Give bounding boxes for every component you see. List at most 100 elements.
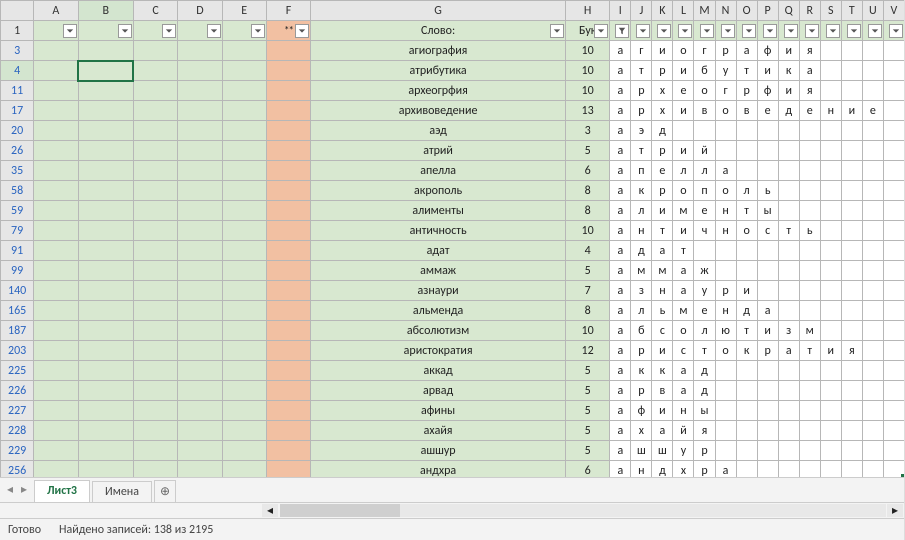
cell-H79[interactable]: 10 xyxy=(565,221,609,241)
cell-S203[interactable]: и xyxy=(820,341,841,361)
cell-U20[interactable] xyxy=(862,121,883,141)
cell-K226[interactable]: в xyxy=(652,381,673,401)
cell-C3[interactable] xyxy=(133,41,177,61)
cell-V228[interactable] xyxy=(883,421,904,441)
cell-E226[interactable] xyxy=(222,381,266,401)
header-cell-K[interactable] xyxy=(652,21,673,41)
row-header-26[interactable]: 26 xyxy=(1,141,34,161)
cell-I11[interactable]: а xyxy=(610,81,631,101)
cell-U203[interactable] xyxy=(862,341,883,361)
cell-M165[interactable]: е xyxy=(694,301,715,321)
scrollbar-thumb[interactable] xyxy=(280,504,400,517)
cell-I165[interactable]: а xyxy=(610,301,631,321)
cell-R58[interactable] xyxy=(799,181,820,201)
cell-R91[interactable] xyxy=(799,241,820,261)
cell-V79[interactable] xyxy=(883,221,904,241)
cell-I58[interactable]: а xyxy=(610,181,631,201)
cell-R187[interactable]: м xyxy=(799,321,820,341)
cell-K91[interactable]: а xyxy=(652,241,673,261)
cell-F20[interactable] xyxy=(266,121,310,141)
cell-V140[interactable] xyxy=(883,281,904,301)
cell-S229[interactable] xyxy=(820,441,841,461)
cell-O11[interactable]: р xyxy=(736,81,757,101)
cell-O4[interactable]: т xyxy=(736,61,757,81)
cell-B20[interactable] xyxy=(78,121,133,141)
filter-button-B[interactable] xyxy=(118,24,132,38)
cell-B226[interactable] xyxy=(78,381,133,401)
cell-Q165[interactable] xyxy=(778,301,799,321)
cell-O256[interactable] xyxy=(736,461,757,477)
cell-M228[interactable]: я xyxy=(694,421,715,441)
column-header-V[interactable]: V xyxy=(883,1,904,21)
cell-E256[interactable] xyxy=(222,461,266,477)
cell-T140[interactable] xyxy=(841,281,862,301)
cell-U225[interactable] xyxy=(862,361,883,381)
cell-A99[interactable] xyxy=(34,261,78,281)
cell-C225[interactable] xyxy=(133,361,177,381)
cell-J17[interactable]: р xyxy=(631,101,652,121)
cell-C165[interactable] xyxy=(133,301,177,321)
column-header-N[interactable]: N xyxy=(715,1,736,21)
cell-I256[interactable]: а xyxy=(610,461,631,477)
cell-O99[interactable] xyxy=(736,261,757,281)
cell-C4[interactable] xyxy=(133,61,177,81)
cell-R203[interactable]: т xyxy=(799,341,820,361)
cell-H228[interactable]: 5 xyxy=(565,421,609,441)
cell-A165[interactable] xyxy=(34,301,78,321)
cell-J229[interactable]: ш xyxy=(631,441,652,461)
cell-G225[interactable]: аккад xyxy=(311,361,566,381)
cell-C79[interactable] xyxy=(133,221,177,241)
cell-G187[interactable]: абсолютизм xyxy=(311,321,566,341)
cell-T26[interactable] xyxy=(841,141,862,161)
cell-F256[interactable] xyxy=(266,461,310,477)
cell-F140[interactable] xyxy=(266,281,310,301)
cell-P35[interactable] xyxy=(757,161,778,181)
cell-V35[interactable] xyxy=(883,161,904,181)
filter-button-E[interactable] xyxy=(251,24,265,38)
cell-L140[interactable]: а xyxy=(673,281,694,301)
cell-I229[interactable]: а xyxy=(610,441,631,461)
cell-F59[interactable] xyxy=(266,201,310,221)
cell-F58[interactable] xyxy=(266,181,310,201)
cell-S58[interactable] xyxy=(820,181,841,201)
cell-U227[interactable] xyxy=(862,401,883,421)
cell-A91[interactable] xyxy=(34,241,78,261)
cell-D26[interactable] xyxy=(178,141,222,161)
cell-D35[interactable] xyxy=(178,161,222,181)
header-cell-S[interactable] xyxy=(820,21,841,41)
cell-D256[interactable] xyxy=(178,461,222,477)
cell-M99[interactable]: ж xyxy=(694,261,715,281)
cell-O59[interactable]: т xyxy=(736,201,757,221)
cell-E26[interactable] xyxy=(222,141,266,161)
cell-F91[interactable] xyxy=(266,241,310,261)
cell-B35[interactable] xyxy=(78,161,133,181)
cell-C99[interactable] xyxy=(133,261,177,281)
cell-E58[interactable] xyxy=(222,181,266,201)
cell-S227[interactable] xyxy=(820,401,841,421)
cell-E99[interactable] xyxy=(222,261,266,281)
cell-P165[interactable]: а xyxy=(757,301,778,321)
cell-I227[interactable]: а xyxy=(610,401,631,421)
cell-T256[interactable] xyxy=(841,461,862,477)
cell-A11[interactable] xyxy=(34,81,78,101)
cell-M35[interactable]: л xyxy=(694,161,715,181)
cell-H20[interactable]: 3 xyxy=(565,121,609,141)
select-all-corner[interactable] xyxy=(1,1,34,21)
cell-I3[interactable]: а xyxy=(610,41,631,61)
cell-N91[interactable] xyxy=(715,241,736,261)
column-header-F[interactable]: F xyxy=(266,1,310,21)
cell-G140[interactable]: азнаури xyxy=(311,281,566,301)
column-header-G[interactable]: G xyxy=(311,1,566,21)
cell-A3[interactable] xyxy=(34,41,78,61)
cell-S99[interactable] xyxy=(820,261,841,281)
cell-A26[interactable] xyxy=(34,141,78,161)
cell-T91[interactable] xyxy=(841,241,862,261)
cell-D165[interactable] xyxy=(178,301,222,321)
cell-P59[interactable]: ы xyxy=(757,201,778,221)
cell-L226[interactable]: а xyxy=(673,381,694,401)
cell-C228[interactable] xyxy=(133,421,177,441)
cell-Q140[interactable] xyxy=(778,281,799,301)
cell-S4[interactable] xyxy=(820,61,841,81)
cell-K11[interactable]: х xyxy=(652,81,673,101)
filter-button-P[interactable] xyxy=(763,24,777,38)
